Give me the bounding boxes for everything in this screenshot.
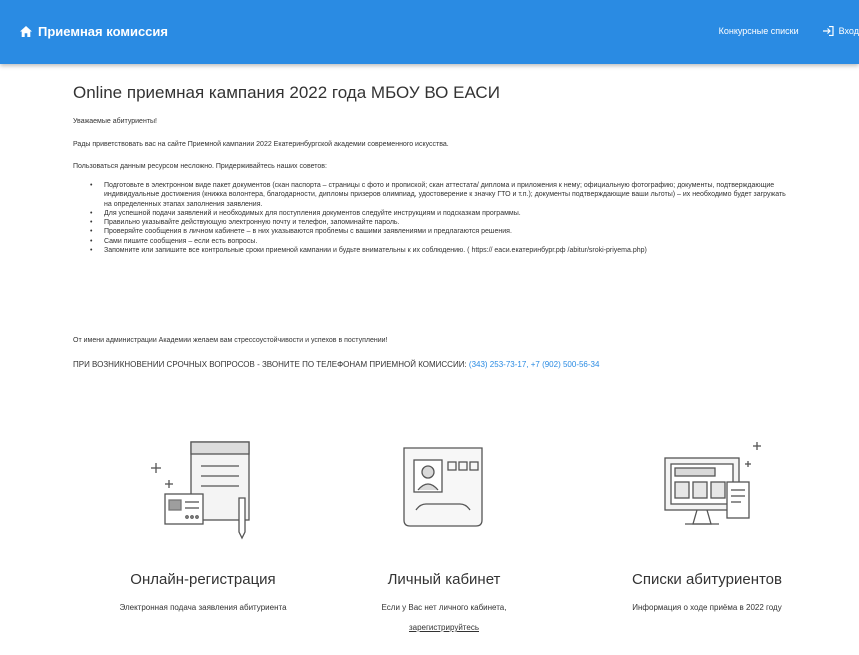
login-label: Вход [838, 26, 859, 36]
card-description: Информация о ходе приёма в 2022 году [632, 603, 782, 612]
brand-home-link[interactable]: Приемная комиссия [20, 24, 168, 39]
greeting-text: Уважаемые абитуриенты! [73, 118, 157, 125]
top-app-bar: Приемная комиссия Конкурсные списки Вход [0, 0, 859, 64]
top-nav: Конкурсные списки Вход [719, 26, 859, 36]
welcome-text: Рады приветствовать вас на сайте Приемно… [73, 141, 449, 148]
login-icon [822, 26, 834, 36]
list-item: Правильно указывайте действующую электро… [90, 218, 790, 228]
login-link[interactable]: Вход [822, 26, 859, 36]
phone-numbers-link[interactable]: (343) 253-73-17, +7 (902) 500-56-34 [469, 360, 600, 369]
list-item: Сами пишите сообщения – если есть вопрос… [90, 237, 790, 247]
urgent-contacts: ПРИ ВОЗНИКНОВЕНИИ СРОЧНЫХ ВОПРОСОВ - ЗВО… [73, 360, 599, 369]
register-link[interactable]: зарегистрируйтесь [409, 623, 479, 632]
card-description-text: Если у Вас нет личного кабинета, [381, 603, 507, 612]
page-title: Online приемная кампания 2022 года МБОУ … [73, 83, 500, 102]
online-registration-illustration [151, 441, 250, 540]
competitive-lists-link[interactable]: Конкурсные списки [719, 26, 799, 36]
home-icon [20, 26, 32, 37]
applicant-lists-illustration [664, 442, 761, 525]
card-description: Если у Вас нет личного кабинета, зарегис… [344, 598, 544, 638]
card-title: Личный кабинет [387, 571, 501, 588]
list-item: Проверяйте сообщения в личном кабинете –… [90, 227, 790, 237]
advice-intro-text: Пользоваться данным ресурсом несложно. П… [73, 163, 327, 170]
list-item: Для успешной подачи заявлений и необходи… [90, 209, 790, 219]
card-title: Онлайн-регистрация [130, 571, 276, 588]
card-title: Списки абитуриентов [632, 571, 782, 588]
list-item: Подготовьте в электронном виде пакет док… [90, 181, 790, 209]
app-title: Приемная комиссия [38, 24, 168, 39]
urgent-prefix: ПРИ ВОЗНИКНОВЕНИИ СРОЧНЫХ ВОПРОСОВ - ЗВО… [73, 360, 467, 369]
tips-list: Подготовьте в электронном виде пакет док… [90, 181, 790, 256]
card-description: Электронная подача заявления абитуриента [119, 603, 287, 612]
personal-account-illustration [403, 447, 483, 527]
closing-text: От имени администрации Академии желаем в… [73, 337, 388, 344]
list-item: Запомните или запишите все контрольные с… [90, 246, 790, 256]
